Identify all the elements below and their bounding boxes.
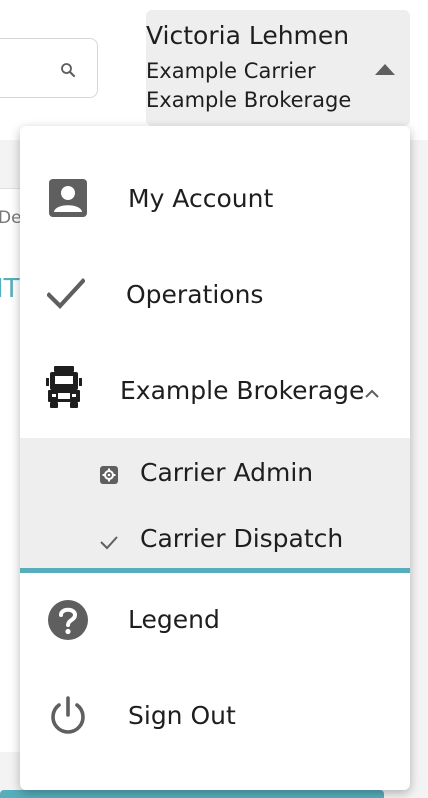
menu-item-label: Legend: [128, 605, 220, 634]
search-icon[interactable]: [59, 61, 77, 79]
menu-item-my-account[interactable]: My Account: [20, 150, 410, 246]
menu-item-label: Operations: [126, 280, 264, 309]
row-code-text[interactable]: IT: [0, 274, 20, 304]
submenu-item-carrier-admin[interactable]: Carrier Admin: [20, 438, 410, 504]
bottom-accent-bar: [0, 790, 384, 798]
help-circle-icon: [48, 600, 88, 640]
user-name: Victoria Lehmen: [146, 21, 350, 50]
column-header-label: De: [0, 208, 22, 228]
top-bar: Victoria Lehmen Example Carrier Example …: [0, 0, 428, 126]
truck-icon: [46, 366, 82, 408]
submenu-item-label: Carrier Dispatch: [140, 524, 344, 553]
caret-up-icon[interactable]: [375, 63, 395, 75]
chevron-up-icon[interactable]: [365, 388, 379, 398]
menu-item-brokerage[interactable]: Example Brokerage: [20, 342, 410, 438]
menu-item-label: Sign Out: [128, 701, 236, 730]
account-box-icon: [49, 179, 87, 217]
user-menu-button[interactable]: Victoria Lehmen Example Carrier Example …: [146, 10, 410, 126]
brokerage-submenu: Carrier Admin Carrier Dispatch: [20, 438, 410, 568]
check-icon: [47, 278, 85, 310]
active-indicator-bar: [20, 568, 410, 573]
power-icon: [51, 696, 85, 734]
search-box[interactable]: [0, 38, 98, 98]
menu-item-label: My Account: [128, 184, 274, 213]
menu-item-operations[interactable]: Operations: [20, 246, 410, 342]
user-carrier: Example Carrier: [146, 59, 316, 83]
user-dropdown-menu: My Account Operations Example Brokerage: [20, 126, 410, 790]
user-brokerage: Example Brokerage: [146, 88, 352, 112]
menu-item-sign-out[interactable]: Sign Out: [20, 672, 410, 768]
menu-item-label: Example Brokerage: [120, 376, 365, 405]
submenu-item-carrier-dispatch[interactable]: Carrier Dispatch: [20, 504, 410, 570]
check-icon: [100, 536, 118, 550]
settings-box-icon: [100, 466, 118, 484]
menu-item-legend[interactable]: Legend: [20, 576, 410, 672]
search-input[interactable]: [0, 47, 59, 87]
submenu-item-label: Carrier Admin: [140, 458, 314, 487]
